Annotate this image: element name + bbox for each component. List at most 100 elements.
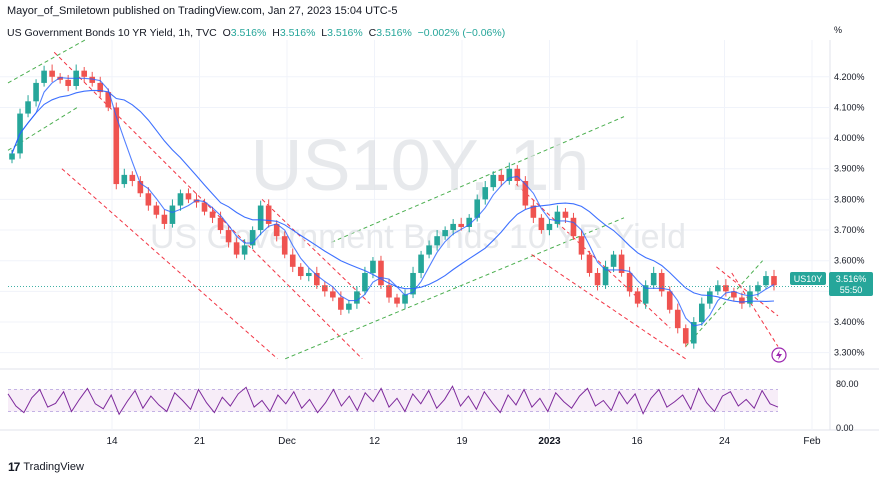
price-tick-label: 3.600% [834,256,865,266]
candle-body [707,291,713,304]
candle-body [378,260,384,286]
price-badge[interactable]: US10Y 3.516% 55:50 [790,272,873,296]
candle-body [33,82,39,102]
candle-body [370,260,376,273]
candle-body [418,254,424,273]
candle-body [586,254,593,273]
time-tick-label: 21 [194,436,206,447]
time-tick-label: 2023 [538,436,561,447]
footer-brand: 17 TradingView [8,460,84,474]
candle-body [570,217,577,237]
candle-body [426,245,432,255]
candle-body [217,217,224,231]
price-tick-label: 3.800% [834,194,865,204]
price-badge-countdown: 55:50 [840,285,863,295]
price-tick-label: 3.300% [834,348,865,358]
candle-body [25,101,31,114]
candle-body [185,193,192,200]
candle-body [81,70,88,77]
candle-body [330,291,336,298]
candle-body [674,309,681,329]
candle-body [65,79,71,86]
rsi-pane [7,385,779,416]
candle-body [145,193,152,206]
time-tick-label: 24 [719,436,731,447]
price-tick-label: 3.900% [834,164,865,174]
candle-body [346,303,352,310]
watermark-big: US10Y, 1h [251,126,590,206]
candle-body [682,328,689,344]
candle-body [233,242,240,255]
time-tick-label: 14 [106,436,118,447]
candle-body [450,223,456,231]
candle-body [177,193,184,206]
candle-body [626,272,633,292]
candle-body [41,70,47,83]
candle-body [9,153,15,160]
candle-body [153,205,160,215]
candle-body [257,205,264,231]
candle-body [129,174,136,182]
price-tick-label: 3.400% [834,317,865,327]
candle-body [594,272,601,286]
price-tick-label: 3.700% [834,225,865,235]
candle-body [650,272,657,286]
candle-body [498,174,505,182]
candle-body [305,272,312,277]
candle-body [297,266,304,277]
time-tick-label: Dec [278,436,296,447]
candle-body [386,285,392,298]
rsi-tick-label: 0.00 [836,423,854,433]
candle-body [354,291,360,304]
time-tick-label: 12 [369,436,381,447]
candle-body [338,297,344,310]
time-tick-label: 16 [631,436,643,447]
time-tick-label: 19 [456,436,468,447]
candle-body [482,187,489,200]
candle-body [410,272,416,295]
candle-body [554,211,561,224]
red-channel-line [61,168,278,360]
price-tick-label: 4.000% [834,133,865,143]
candle-body [514,168,521,182]
candle-body [113,107,120,185]
candle-body [442,230,448,237]
candle-body [771,276,777,286]
rsi-tick-label: 80.00 [836,379,859,389]
candle-body [546,223,553,231]
candle-body [289,254,296,267]
candle-body [562,211,569,218]
symbol-badge: US10Y [794,274,823,284]
candle-body [666,291,673,310]
candle-body [225,230,232,243]
candle-body [169,205,176,224]
candle-body [161,214,168,224]
candle-body [490,174,497,188]
candle-body [209,211,216,218]
candle-body [362,272,368,292]
candle-body [610,254,617,267]
candle-body [434,236,440,246]
price-tick-label: 4.100% [834,102,865,112]
candle-body [763,276,769,286]
candle-body [49,70,55,77]
candle-body [739,297,745,304]
tradingview-logo-icon: 17 [8,460,20,474]
candle-body [538,217,545,231]
candle-body [634,291,641,304]
price-unit-label: % [834,25,842,35]
candle-body [402,294,408,304]
candle-body [578,236,585,255]
price-badge-value: 3.516% [836,274,867,284]
candle-body [394,297,400,304]
candle-body [281,236,288,255]
candle-body [241,245,248,255]
candle-body [121,174,128,185]
candle-body [458,223,464,227]
candle-body [698,303,705,323]
flash-icon[interactable] [771,347,787,363]
chart-canvas[interactable]: US10Y, 1h US Government Bonds 10 YR Yiel… [0,0,879,480]
time-tick-label: Feb [803,436,821,447]
price-tick-label: 4.200% [834,72,865,82]
brand-name: TradingView [23,461,84,473]
